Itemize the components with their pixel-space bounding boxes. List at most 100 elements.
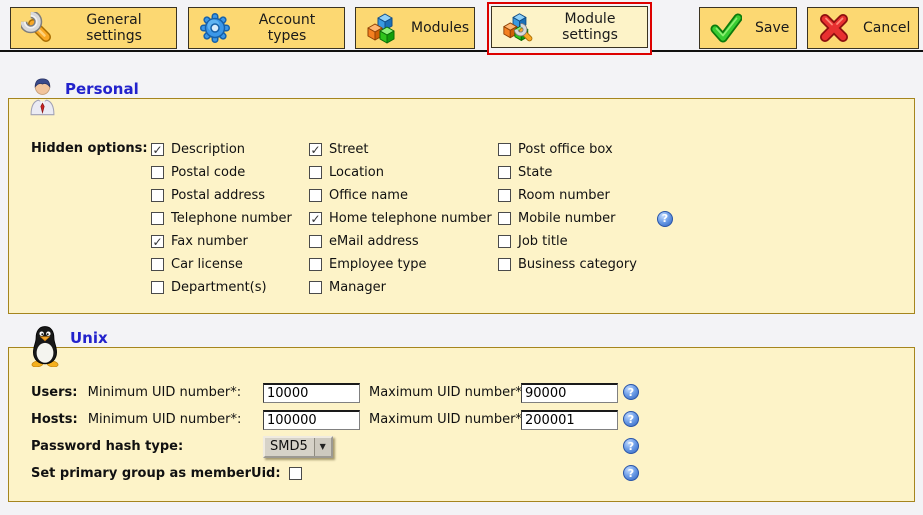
hidden-option-checkbox[interactable] [151, 189, 164, 202]
hidden-option-checkbox[interactable] [498, 212, 511, 225]
unix-section-legend: Unix [29, 325, 108, 367]
hidden-option: eMail address [309, 230, 498, 253]
hosts-uid-row: Hosts: Minimum UID number*: Maximum UID … [31, 406, 894, 433]
hidden-option-label: State [518, 165, 552, 180]
hidden-option: Postal address [151, 184, 309, 207]
hidden-option-label: Business category [518, 257, 637, 272]
hidden-option-checkbox[interactable]: ✓ [309, 212, 322, 225]
hidden-options-label: Hidden options: [31, 138, 151, 156]
account-types-label: Account types [244, 12, 330, 44]
hidden-option-label: Job title [518, 234, 568, 249]
hidden-option-checkbox[interactable] [309, 235, 322, 248]
hidden-option-label: Employee type [329, 257, 427, 272]
hidden-option-label: eMail address [329, 234, 419, 249]
hidden-option-label: Telephone number [171, 211, 292, 226]
hosts-group-label: Hosts: [31, 412, 78, 427]
hidden-options-row: Hidden options: ✓ Description ✓ Street Post … [31, 138, 894, 299]
hidden-option: Job title [498, 230, 673, 253]
member-uid-row: Set primary group as memberUid: ? [31, 460, 894, 487]
hidden-option-label: Mobile number [518, 211, 616, 226]
hidden-option-checkbox[interactable] [498, 166, 511, 179]
module-settings-label: Module settings [547, 11, 633, 43]
hidden-option-checkbox[interactable] [151, 258, 164, 271]
hidden-option-label: Postal code [171, 165, 245, 180]
save-label: Save [755, 20, 789, 36]
hidden-option-checkbox[interactable] [498, 235, 511, 248]
hidden-option-checkbox[interactable] [151, 281, 164, 294]
cancel-label: Cancel [863, 20, 910, 36]
hidden-option-checkbox[interactable]: ✓ [151, 143, 164, 156]
personal-section-title: Personal [65, 76, 139, 98]
cubes-icon [366, 11, 398, 45]
toolbar: General settings [0, 0, 923, 52]
hosts-min-uid-label: Minimum UID number*: [88, 412, 242, 427]
hidden-option-checkbox[interactable] [309, 281, 322, 294]
help-icon[interactable]: ? [623, 465, 639, 481]
hidden-option: Mobile number? [498, 207, 673, 230]
hidden-option: Office name [309, 184, 498, 207]
gear-icon [199, 11, 231, 45]
checkmark-icon [710, 11, 742, 45]
person-icon [29, 76, 56, 116]
general-settings-button[interactable]: General settings [10, 7, 177, 49]
hidden-option-checkbox[interactable] [498, 258, 511, 271]
save-button[interactable]: Save [699, 7, 797, 49]
hidden-option: Postal code [151, 161, 309, 184]
hidden-option: Business category [498, 253, 673, 276]
users-min-uid-input[interactable] [263, 383, 360, 403]
member-uid-checkbox[interactable] [289, 467, 302, 480]
hidden-option-label: Room number [518, 188, 610, 203]
hidden-option-checkbox[interactable] [309, 166, 322, 179]
wrench-icon [21, 11, 53, 45]
password-hash-select[interactable]: SMD5 ▼ [263, 436, 333, 458]
hidden-option-checkbox[interactable] [309, 258, 322, 271]
help-icon[interactable]: ? [657, 211, 673, 227]
hidden-option: Location [309, 161, 498, 184]
account-types-button[interactable]: Account types [188, 7, 345, 49]
hidden-option-label: Manager [329, 280, 386, 295]
hidden-option-label: Home telephone number [329, 211, 492, 226]
chevron-down-icon: ▼ [314, 438, 331, 456]
hidden-option-checkbox[interactable] [309, 189, 322, 202]
hidden-option: ✓ Street [309, 138, 498, 161]
hidden-option: Post office box [498, 138, 673, 161]
general-settings-label: General settings [66, 12, 162, 44]
hidden-option: ✓ Description [151, 138, 309, 161]
hosts-max-uid-label: Maximum UID number*: [369, 412, 521, 427]
hidden-option-label: Department(s) [171, 280, 267, 295]
tux-penguin-icon [29, 325, 61, 367]
cancel-button[interactable]: Cancel [807, 7, 919, 49]
hidden-option: Telephone number [151, 207, 309, 230]
users-group-label: Users: [31, 385, 77, 400]
users-uid-row: Users: Minimum UID number*: Maximum UID … [31, 379, 894, 406]
hidden-option-checkbox[interactable] [151, 166, 164, 179]
modules-button[interactable]: Modules [355, 7, 475, 49]
password-hash-value: SMD5 [265, 438, 314, 456]
hidden-option-label: Location [329, 165, 384, 180]
unix-section: Unix Users: Minimum UID number*: Maximum… [8, 347, 915, 502]
hosts-min-uid-input[interactable] [263, 410, 360, 430]
help-icon[interactable]: ? [623, 438, 639, 454]
hidden-option: Department(s) [151, 276, 309, 299]
hidden-option-checkbox[interactable]: ✓ [309, 143, 322, 156]
hosts-max-uid-input[interactable] [521, 410, 618, 430]
hidden-option-label: Street [329, 142, 369, 157]
module-settings-page: General settings [0, 0, 923, 502]
hidden-option-label: Car license [171, 257, 243, 272]
hidden-option: Car license [151, 253, 309, 276]
hidden-option-checkbox[interactable] [498, 143, 511, 156]
active-tab-indicator: Module settings [487, 2, 652, 55]
hidden-option: Room number [498, 184, 673, 207]
help-icon[interactable]: ? [623, 411, 639, 427]
hidden-option-checkbox[interactable] [498, 189, 511, 202]
hidden-option-label: Description [171, 142, 245, 157]
module-settings-button[interactable]: Module settings [491, 6, 648, 48]
unix-section-title: Unix [70, 325, 108, 347]
hidden-option-checkbox[interactable]: ✓ [151, 235, 164, 248]
help-icon[interactable]: ? [623, 384, 639, 400]
hidden-option-checkbox[interactable] [151, 212, 164, 225]
users-max-uid-input[interactable] [521, 383, 618, 403]
hidden-option: Manager [309, 276, 498, 299]
hidden-option: State [498, 161, 673, 184]
member-uid-label: Set primary group as memberUid: [31, 466, 281, 481]
